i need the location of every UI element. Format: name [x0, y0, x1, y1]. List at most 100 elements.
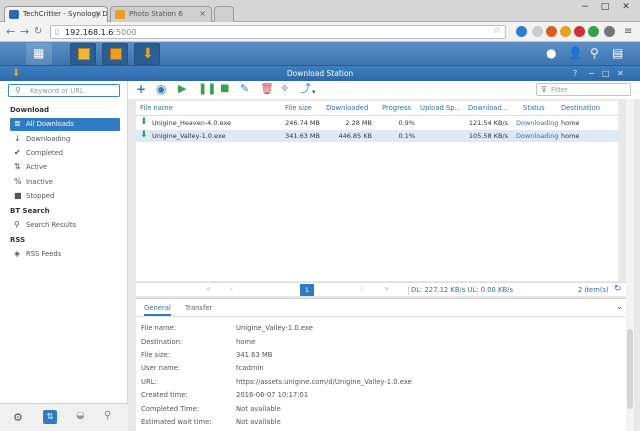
prev-page-icon[interactable]: ‹ [230, 284, 233, 293]
cell-file-name: Unigine_Valley-1.0.exe [152, 132, 226, 140]
chevron-down-icon[interactable]: ▾ [312, 85, 316, 99]
notifications-icon[interactable]: ● [546, 46, 556, 60]
sidebar-item-all-downloads[interactable]: ≣ All Downloads [10, 118, 120, 131]
column-destination[interactable]: Destination [561, 104, 611, 112]
photo-station-app-icon[interactable] [102, 43, 128, 65]
refresh-icon[interactable]: ↻ [614, 284, 622, 294]
toolbar: + ◉ ▶ ❚❚ ■ ✎ 🗑 ✧ ⤴ ▾ ⊽ Filter [128, 81, 640, 99]
pause-icon[interactable]: ❚❚ [198, 82, 216, 96]
sidebar-item-label: All Downloads [26, 120, 74, 128]
bookmark-star-icon[interactable]: ☆ [493, 26, 501, 36]
app-title: Download Station [286, 69, 354, 78]
current-page[interactable]: 1 [300, 284, 314, 296]
collapse-panel-icon[interactable]: ⌄ [616, 302, 623, 311]
main-menu-icon[interactable]: ▦ [26, 43, 52, 65]
column-file-size[interactable]: File size [285, 104, 325, 112]
search-icon[interactable]: ⚲ [590, 46, 599, 60]
search-input[interactable]: ⚲ Keyword or URL [8, 84, 120, 97]
widgets-icon[interactable]: ▤ [612, 46, 623, 60]
detail-value-destination: home [236, 338, 256, 346]
column-upload-speed[interactable]: Upload Sp... [420, 104, 460, 112]
extension-icon[interactable] [516, 26, 527, 37]
sidebar-item-completed[interactable]: ✔ Completed [10, 147, 120, 160]
delete-trash-icon[interactable]: 🗑 [260, 82, 274, 96]
tab-title: Photo Station 6 [129, 10, 183, 18]
close-tab-icon[interactable]: × [199, 9, 206, 18]
column-progress[interactable]: Progress [382, 104, 420, 112]
browser-tab-strip: TechCritter - Synology D × Photo Station… [0, 0, 640, 22]
column-file-name[interactable]: File name [140, 104, 240, 112]
reload-icon[interactable]: ↻ [34, 25, 42, 39]
create-task-icon[interactable]: + [136, 82, 146, 96]
back-icon[interactable]: ← [6, 25, 15, 39]
cell-destination: home [561, 132, 580, 140]
check-icon: ✔ [14, 148, 21, 157]
cell-downloaded: 446.85 KB [338, 132, 372, 140]
column-downloaded[interactable]: Downloaded [326, 104, 376, 112]
turtle-mode-icon[interactable]: ◒ [76, 410, 85, 421]
table-row[interactable]: ⬇ Unigine_Valley-1.0.exe 341.63 MB 446.8… [136, 130, 618, 142]
maximize-window-icon[interactable]: □ [596, 0, 614, 14]
sidebar-item-rss-feeds[interactable]: ◈ RSS Feeds [10, 248, 120, 261]
forward-icon[interactable]: → [20, 25, 29, 39]
filter-funnel-icon: ⊽ [541, 85, 547, 94]
cell-status: Downloading [516, 119, 559, 127]
schedule-icon[interactable]: ⇅ [43, 410, 57, 424]
settings-gear-icon[interactable]: ⚙ [13, 411, 23, 424]
filter-input[interactable]: ⊽ Filter [536, 83, 631, 96]
share-export-icon[interactable]: ⤴ [300, 82, 311, 96]
detail-label: File size: [141, 351, 171, 359]
browser-tab-photo-station[interactable]: Photo Station 6 × [110, 6, 212, 22]
minimize-app-icon[interactable]: − [588, 66, 595, 81]
file-station-app-icon[interactable] [70, 43, 96, 65]
tab-general[interactable]: General [144, 304, 171, 316]
tab-transfer[interactable]: Transfer [185, 304, 212, 312]
resume-play-icon[interactable]: ▶ [178, 82, 186, 96]
new-tab-button[interactable] [214, 6, 234, 22]
clear-broom-icon[interactable]: ✧ [280, 82, 289, 96]
address-bar[interactable]: ▯ 192.168.1.6:5000 ☆ [50, 25, 506, 39]
download-station-app-icon[interactable]: ⬇ [134, 43, 160, 65]
last-page-icon[interactable]: » [384, 284, 389, 293]
extension-icon[interactable] [532, 26, 543, 37]
sidebar-item-label: RSS Feeds [26, 250, 62, 258]
next-page-icon[interactable]: › [360, 284, 363, 293]
vertical-scrollbar[interactable] [626, 99, 634, 431]
sidebar-item-downloading[interactable]: ↓ Downloading [10, 133, 120, 146]
extension-icon[interactable] [546, 26, 557, 37]
scrollbar-thumb[interactable] [627, 329, 633, 409]
sidebar-item-search-results[interactable]: ⚲ Search Results [10, 219, 120, 232]
help-icon[interactable]: ? [573, 66, 577, 81]
extension-icon[interactable] [588, 26, 599, 37]
page-icon: ▯ [55, 27, 60, 36]
user-icon[interactable]: 👤 [568, 46, 583, 60]
column-download-speed[interactable]: Download... [468, 104, 508, 112]
extension-icon[interactable] [604, 26, 615, 37]
cell-file-size: 246.74 MB [285, 119, 320, 127]
sidebar-item-active[interactable]: ⇅ Active [10, 161, 120, 174]
percent-icon: % [14, 177, 22, 186]
table-row[interactable]: ⬇ Unigine_Heaven-4.0.exe 246.74 MB 2.28 … [136, 117, 618, 129]
extension-icon[interactable] [574, 26, 585, 37]
first-page-icon[interactable]: « [206, 284, 211, 293]
sidebar-item-stopped[interactable]: ■ Stopped [10, 190, 120, 203]
advanced-search-icon[interactable]: ⚲ [104, 410, 111, 421]
detail-value-url: https://assets.unigine.com/d/Unigine_Val… [236, 378, 412, 386]
search-placeholder: Keyword or URL [30, 87, 84, 95]
close-app-icon[interactable]: ✕ [617, 66, 624, 81]
minimize-window-icon[interactable]: − [576, 0, 594, 14]
close-window-icon[interactable]: ✕ [616, 0, 636, 14]
browser-tab-techcritter[interactable]: TechCritter - Synology D × [4, 6, 108, 22]
extension-icon[interactable] [560, 26, 571, 37]
detail-label: File name: [141, 324, 177, 332]
updown-arrows-icon: ⇅ [14, 162, 21, 171]
stop-square-icon[interactable]: ■ [220, 82, 229, 96]
menu-icon[interactable]: ≡ [624, 25, 632, 39]
column-status[interactable]: Status [523, 104, 553, 112]
edit-pencil-icon[interactable]: ✎ [240, 82, 249, 96]
url-task-globe-icon[interactable]: ◉ [156, 82, 166, 96]
maximize-app-icon[interactable]: □ [602, 66, 610, 81]
close-tab-icon[interactable]: × [95, 9, 102, 18]
download-arrow-icon: ⬇ [140, 130, 148, 140]
sidebar-item-inactive[interactable]: % Inactive [10, 176, 120, 189]
